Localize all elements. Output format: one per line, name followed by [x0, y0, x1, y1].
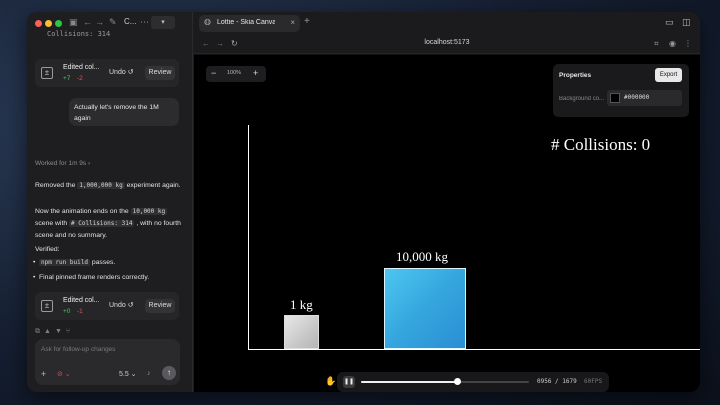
color-swatch[interactable]: [610, 93, 620, 103]
plus-icon[interactable]: +: [41, 369, 46, 379]
undo-button[interactable]: Undo ↺: [109, 301, 134, 309]
forward-arrow-icon[interactable]: →: [95, 17, 104, 27]
split-view-icon[interactable]: ◫: [682, 17, 691, 28]
timeline-thumb[interactable]: [453, 378, 461, 385]
close-tab-icon[interactable]: ×: [290, 18, 295, 27]
close-window-button[interactable]: [35, 20, 42, 27]
hand-cursor-icon: ✋: [325, 376, 337, 386]
back-arrow-icon[interactable]: ←: [83, 17, 92, 27]
playback-bar: ❚❚ 0956 / 1679 60FPS: [337, 372, 609, 392]
properties-title: Properties: [559, 72, 592, 79]
zoom-control: − 100% +: [206, 66, 266, 82]
zoom-value: 100%: [227, 70, 242, 76]
render-canvas: − 100% + Properties Export Background co…: [194, 55, 700, 392]
edited-file-card[interactable]: ± Edited col... +7 -2 Undo ↺ Review: [35, 59, 179, 87]
thumbs-down-icon[interactable]: ▼: [55, 328, 66, 335]
thread-tab[interactable]: C...: [124, 17, 136, 26]
lines-removed: -1: [77, 308, 83, 315]
pause-button[interactable]: ❚❚: [343, 376, 355, 388]
truncated-text: Collisions: 314: [47, 30, 111, 38]
properties-panel: Properties Export Background co... #0000…: [553, 64, 689, 117]
list-item: npm run build passes.: [33, 259, 115, 266]
window-layout-icon[interactable]: ▭: [665, 17, 674, 28]
wall-line: [248, 125, 249, 350]
response-paragraph-1: Removed the 1,000,000 kg experiment agai…: [35, 182, 181, 189]
model-version-select[interactable]: 5.5 ⌄: [119, 370, 137, 378]
fork-icon[interactable]: ⑂: [66, 328, 74, 335]
response-paragraph-2: Now the animation ends on the 10,000 kg …: [35, 208, 181, 239]
screenshot-icon[interactable]: ⌗: [654, 39, 659, 49]
floor-line: [248, 349, 700, 350]
more-icon[interactable]: ⋮: [684, 39, 692, 48]
worked-for-toggle[interactable]: Worked for 1m 9s ›: [35, 160, 90, 167]
lines-removed: -2: [77, 75, 83, 82]
file-diff-icon: ±: [41, 300, 53, 312]
agent-mode-icon[interactable]: ⊘ ⌄: [57, 370, 71, 378]
inline-code: 10,000 kg: [130, 208, 168, 215]
app-window: ▣ ← → ✎ C... ⋯ ▾ Collisions: 314 ± Edite…: [27, 12, 700, 392]
browser-tabbar: ◍ Lottie - Skia Canvas × + ▭ ◫: [194, 12, 700, 34]
review-button[interactable]: Review: [145, 66, 175, 80]
review-button[interactable]: Review: [145, 299, 175, 313]
browser-pane: ◍ Lottie - Skia Canvas × + ▭ ◫ ← → ↻ loc…: [194, 12, 700, 392]
follow-up-input[interactable]: Ask for follow-up changes + ⊘ ⌄ 5.5 ⌄ ♪ …: [35, 339, 180, 385]
sidebar-toggle-icon[interactable]: ▣: [69, 17, 78, 28]
new-tab-icon[interactable]: +: [304, 16, 310, 27]
big-box: [384, 268, 466, 349]
address-bar: ← → ↻ localhost:5173 ⌗ ◉ ⋮: [194, 34, 700, 54]
background-color-value: #000000: [624, 94, 650, 101]
message-actions: ⧉▲▼⑂: [35, 328, 74, 336]
chat-panel: ▣ ← → ✎ C... ⋯ ▾ Collisions: 314 ± Edite…: [27, 12, 193, 392]
send-button[interactable]: ↑: [162, 366, 176, 380]
thumbs-up-icon[interactable]: ▲: [44, 328, 55, 335]
zoom-out-button[interactable]: −: [211, 68, 216, 78]
inline-code: npm run build: [39, 259, 90, 266]
zoom-window-button[interactable]: [55, 20, 62, 27]
play-icon[interactable]: ◉: [669, 39, 676, 48]
card-title: Edited col...: [63, 64, 100, 71]
card-title: Edited col...: [63, 297, 100, 304]
globe-icon: ◍: [204, 17, 211, 26]
minimize-window-button[interactable]: [45, 20, 52, 27]
tab-title: Lottie - Skia Canvas: [217, 19, 275, 26]
fps-readout: 60FPS: [584, 378, 603, 385]
list-item: Final pinned frame renders correctly.: [33, 274, 149, 281]
zoom-in-button[interactable]: +: [253, 68, 258, 78]
lines-added: +0: [63, 308, 71, 315]
browser-tab[interactable]: ◍ Lottie - Skia Canvas ×: [199, 15, 300, 32]
model-picker-pill[interactable]: ▾: [151, 16, 175, 29]
undo-button[interactable]: Undo ↺: [109, 68, 134, 76]
timeline-progress: [361, 381, 457, 383]
inline-code: # Collisions: 314: [69, 220, 135, 227]
file-diff-icon: ±: [41, 67, 53, 79]
compose-icon[interactable]: ✎: [109, 17, 117, 28]
more-icon[interactable]: ⋯: [140, 17, 149, 28]
edited-file-card[interactable]: ± Edited col... +0 -1 Undo ↺ Review: [35, 292, 179, 320]
export-button[interactable]: Export: [655, 68, 682, 82]
copy-icon[interactable]: ⧉: [35, 328, 44, 335]
verified-heading: Verified:: [35, 246, 60, 253]
timeline-slider[interactable]: [361, 378, 529, 385]
small-box: [284, 315, 319, 349]
input-placeholder: Ask for follow-up changes: [41, 346, 116, 353]
background-color-label: Background co...: [559, 96, 605, 102]
url-field[interactable]: localhost:5173: [194, 39, 700, 46]
lines-added: +7: [63, 75, 71, 82]
background-color-field[interactable]: #000000: [607, 90, 682, 106]
user-message: Actually let's remove the 1M again: [69, 98, 179, 126]
big-box-label: 10,000 kg: [396, 249, 448, 264]
collisions-counter: # Collisions: 0: [551, 135, 651, 154]
frame-counter: 0956 / 1679: [537, 378, 577, 385]
inline-code: 1,000,000 kg: [77, 182, 125, 189]
microphone-icon[interactable]: ♪: [147, 370, 151, 377]
small-box-label: 1 kg: [290, 297, 313, 312]
